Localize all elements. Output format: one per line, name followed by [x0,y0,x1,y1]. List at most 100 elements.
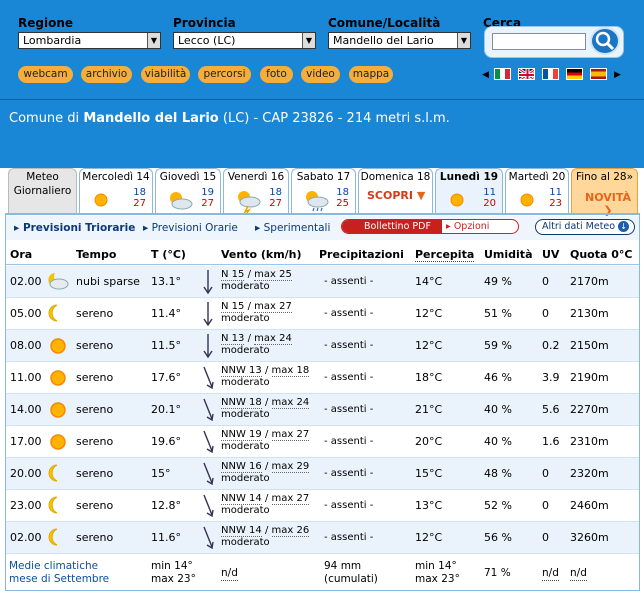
cell-vento: NNW 14 / max 27 moderato [221,493,310,516]
opzioni-button[interactable]: ▸ Opzioni [446,220,489,233]
header-precipitazioni: Precipitazioni [319,248,404,261]
wind-arrow-icon [203,494,214,518]
chevron-down-icon: ▼ [457,33,470,48]
tab-day-domenica[interactable]: Domenica 18 SCOPRI ▼ [358,168,433,214]
wind-arrow-icon [203,334,213,359]
tab-day-mercoledi[interactable]: Mercoledì 14 18 27 [79,168,153,214]
wind-arrow-icon [203,302,213,327]
cell-temperatura: 12.8° [151,499,181,512]
mappa-link[interactable]: mappa [349,66,393,83]
video-link[interactable]: video [301,66,340,83]
cell-umidita: 52 % [484,499,512,512]
moon-icon [48,528,58,546]
cell-umidita: 48 % [484,467,512,480]
italy-flag-icon[interactable] [494,68,511,80]
cell-ora: 11.00 [10,371,42,384]
france-flag-icon[interactable] [542,68,559,80]
cell-uv: 0 [542,307,549,320]
archivio-link[interactable]: archivio [81,66,132,83]
webcam-link[interactable]: webcam [18,66,73,83]
search-button[interactable] [590,27,620,55]
chevron-down-icon: ▼ [147,33,160,48]
region-label: Regione [18,16,74,30]
header-quota: Quota 0°C [570,248,633,261]
cell-uv: 5.6 [542,403,560,416]
climate-percepita: min 14° max 23° [415,560,460,585]
cell-quota: 2150m [570,339,609,352]
cell-quota: 2460m [570,499,609,512]
cell-ora: 02.00 [10,275,42,288]
cell-quota: 2130m [570,307,609,320]
partly-cloudy-icon [170,192,193,210]
cell-umidita: 51 % [484,307,512,320]
viabilita-link[interactable]: viabilità [141,66,190,83]
search-icon [595,31,615,51]
search-input[interactable] [492,33,586,50]
wind-arrow-icon [203,366,214,390]
tab-fino-al-28[interactable]: Fino al 28» NOVITÀ ❯ [571,168,638,217]
cell-temperatura: 19.6° [151,435,181,448]
cell-precipitazioni: - assenti - [324,404,374,415]
scopri-badge: SCOPRI ▼ [367,189,426,202]
cell-percepita: 20°C [415,435,443,448]
tab-day-lunedi-active[interactable]: Lunedì 19 11 20 [435,168,503,214]
tab-day-martedi[interactable]: Martedì 20 11 23 [505,168,569,214]
tab-meteo-giornaliero[interactable]: Meteo Giornaliero [8,168,77,214]
cell-umidita: 59 % [484,339,512,352]
cell-uv: 0 [542,499,549,512]
tab-previsioni-orarie[interactable]: ▸ Previsioni Orarie [143,222,238,234]
sun-icon [94,193,108,207]
cell-quota: 2170m [570,275,609,288]
sun-icon [450,193,464,207]
chevron-down-icon: ▼ [416,189,426,202]
cell-umidita: 40 % [484,403,512,416]
flags-prev-icon[interactable]: ◀ [482,70,489,80]
foto-link[interactable]: foto [260,66,293,83]
uk-flag-icon[interactable] [518,68,535,80]
cell-vento: N 13 / max 24 moderato [221,333,292,356]
tab-day-venerdi[interactable]: Venerdì 16 18 27 [223,168,289,214]
cell-tempo: nubi sparse [76,275,140,288]
cell-umidita: 49 % [484,275,512,288]
cell-temperatura: 13.1° [151,275,181,288]
altri-dati-meteo-button[interactable]: Altri dati Meteo ↓ [535,219,635,235]
sun-icon [50,402,66,418]
cell-precipitazioni: - assenti - [324,276,374,287]
tab-sperimentali[interactable]: ▸ Sperimentali [255,222,330,234]
province-select[interactable]: Lecco (LC) ▼ [173,32,316,49]
tab-day-sabato[interactable]: Sabato 17 18 25 [291,168,356,214]
region-select[interactable]: Lombardia ▼ [18,32,161,49]
cell-vento: N 15 / max 27 moderato [221,301,292,324]
cell-ora: 17.00 [10,435,42,448]
tab-previsioni-triorarie[interactable]: ▸ Previsioni Triorarie [14,222,135,234]
cell-percepita: 21°C [415,403,443,416]
cell-quota: 2310m [570,435,609,448]
cell-quota: 2190m [570,371,609,384]
comune-select[interactable]: Mandello del Lario ▼ [328,32,471,49]
cell-percepita: 12°C [415,339,443,352]
cell-uv: 0 [542,275,549,288]
climate-precipitazioni: 94 mm (cumulati) [324,560,378,585]
spain-flag-icon[interactable] [590,68,607,80]
header-temperatura: T (°C) [151,248,186,261]
cell-percepita: 18°C [415,371,443,384]
cell-percepita: 13°C [415,499,443,512]
cell-percepita: 15°C [415,467,443,480]
tab-day-giovedi[interactable]: Giovedì 15 19 27 [155,168,221,214]
cell-tempo: sereno [76,403,114,416]
cell-vento: N 15 / max 25 moderato [221,269,292,292]
cell-ora: 02.00 [10,531,42,544]
cell-uv: 0 [542,467,549,480]
flags-next-icon[interactable]: ▶ [614,70,621,80]
cell-ora: 05.00 [10,307,42,320]
percorsi-link[interactable]: percorsi [198,66,251,83]
sun-icon [50,338,66,354]
province-label: Provincia [173,16,236,30]
cell-vento: NNW 19 / max 27 moderato [221,429,310,452]
place-title: Comune di Mandello del Lario (LC) - CAP … [9,111,450,126]
cell-vento: NNW 18 / max 24 moderato [221,397,310,420]
bollettino-pdf-button[interactable]: Bollettino PDF [342,220,442,233]
germany-flag-icon[interactable] [566,68,583,80]
cell-precipitazioni: - assenti - [324,372,374,383]
cell-tempo: sereno [76,371,114,384]
